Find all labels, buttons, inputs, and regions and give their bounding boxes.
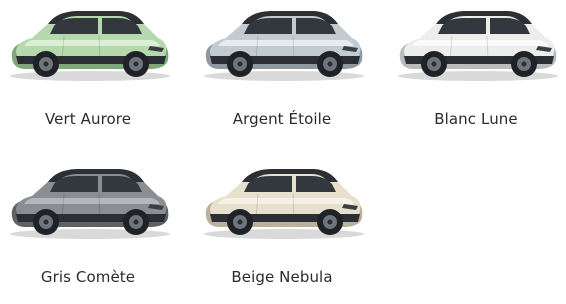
color-option-beige-nebula[interactable]: Beige Nebula (196, 164, 368, 304)
car-image-argent-etoile (196, 6, 368, 84)
car-image-beige-nebula (196, 164, 368, 242)
car-image-blanc-lune (390, 6, 562, 84)
color-label: Beige Nebula (231, 268, 333, 286)
color-option-blanc-lune[interactable]: Blanc Lune (390, 6, 562, 146)
color-label: Blanc Lune (434, 110, 518, 128)
car-image-vert-aurore (2, 6, 174, 84)
color-label: Vert Aurore (44, 110, 132, 128)
color-option-vert-aurore[interactable]: Vert Aurore (2, 6, 174, 146)
color-label: Argent Étoile (232, 110, 332, 128)
car-image-gris-comete (2, 164, 174, 242)
color-option-argent-etoile[interactable]: Argent Étoile (196, 6, 368, 146)
color-label: Gris Comète (40, 268, 136, 286)
color-option-gris-comete[interactable]: Gris Comète (2, 164, 174, 304)
